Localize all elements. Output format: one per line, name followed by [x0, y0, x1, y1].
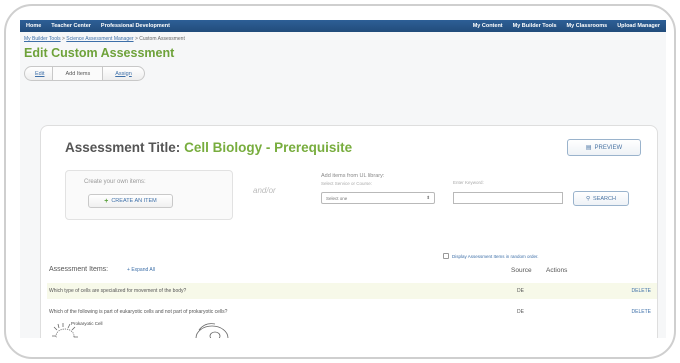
breadcrumb-separator: > [61, 36, 65, 42]
top-navigation: Home Teacher Center Professional Develop… [20, 20, 666, 32]
item-question: Which of the following is part of eukary… [49, 309, 228, 315]
breadcrumb-link-builder-tools[interactable]: My Builder Tools [24, 36, 61, 42]
course-select[interactable]: Select one ⬍ [321, 192, 435, 204]
nav-upload-manager[interactable]: Upload Manager [617, 23, 660, 29]
expand-all-label: Expand All [131, 267, 155, 273]
plus-icon: + [104, 197, 109, 205]
keyword-input[interactable] [453, 192, 563, 204]
breadcrumb: My Builder Tools > Science Assessment Ma… [20, 32, 666, 42]
nav-home[interactable]: Home [26, 23, 41, 29]
step-edit[interactable]: Edit [24, 66, 54, 81]
random-order-label: Display Assessment Items in random order… [452, 253, 539, 259]
preview-button[interactable]: ▤ PREVIEW [567, 139, 641, 156]
nav-teacher-center[interactable]: Teacher Center [51, 23, 91, 29]
step-tabs: Edit Add Items Assign [24, 66, 666, 81]
nav-professional-development[interactable]: Professional Development [101, 23, 170, 29]
assessment-title: Assessment Title: Cell Biology - Prerequ… [65, 140, 352, 155]
preview-label: PREVIEW [594, 144, 623, 151]
random-order-checkbox[interactable] [443, 253, 449, 259]
figure-label: Prokaryotic Cell [71, 321, 103, 326]
library-sublabel: Select Service or Course: [321, 181, 373, 186]
table-row[interactable]: Which type of cells are specialized for … [47, 283, 657, 299]
device-frame: Home Teacher Center Professional Develop… [4, 4, 676, 359]
breadcrumb-current: Custom Assessment [139, 36, 185, 42]
nav-my-builder-tools[interactable]: My Builder Tools [513, 23, 557, 29]
items-header: Assessment Items: + Expand All Display A… [41, 252, 659, 278]
assessment-title-label: Assessment Title: [65, 140, 181, 155]
assessment-name: Cell Biology - Prerequisite [184, 140, 353, 155]
column-source: Source [511, 267, 532, 274]
step-assign[interactable]: Assign [102, 66, 145, 81]
search-icon: ⚲ [586, 195, 591, 202]
cell-diagram-image [52, 323, 229, 338]
item-question: Which type of cells are specialized for … [49, 288, 187, 294]
create-label: Create your own items: [84, 179, 146, 185]
and-or-separator: and/or [253, 186, 276, 195]
create-item-button[interactable]: + CREATE AN ITEM [88, 194, 173, 208]
nav-my-classrooms[interactable]: My Classrooms [567, 23, 608, 29]
delete-button[interactable]: DELETE [632, 288, 651, 294]
chevron-down-icon: ⬍ [426, 195, 430, 200]
nav-my-content[interactable]: My Content [473, 23, 503, 29]
preview-icon: ▤ [585, 145, 592, 151]
expand-all-link[interactable]: + Expand All [127, 267, 155, 273]
search-label: SEARCH [593, 195, 616, 202]
step-add-items[interactable]: Add Items [52, 66, 104, 81]
breadcrumb-separator: > [134, 36, 138, 42]
search-button[interactable]: ⚲ SEARCH [573, 191, 629, 206]
library-label: Add items from UL library: Select Servic… [321, 173, 384, 187]
item-source: DE [517, 309, 524, 315]
random-order-option[interactable]: Display Assessment Items in random order… [443, 253, 539, 259]
breadcrumb-link-assessment-manager[interactable]: Science Assessment Manager [66, 36, 133, 42]
library-title: Add items from UL library: [321, 173, 385, 179]
items-title: Assessment Items: [49, 266, 109, 273]
create-item-label: CREATE AN ITEM [111, 198, 157, 204]
browser-viewport: Home Teacher Center Professional Develop… [20, 20, 666, 338]
create-item-box: Create your own items: + CREATE AN ITEM [65, 170, 233, 220]
page-title: Edit Custom Assessment [24, 46, 175, 60]
keyword-label: Enter Keyword: [453, 180, 484, 185]
item-source: DE [517, 288, 524, 294]
delete-button[interactable]: DELETE [632, 309, 651, 315]
course-select-value: Select one [326, 195, 348, 201]
column-actions: Actions [546, 267, 568, 274]
assessment-panel: Assessment Title: Cell Biology - Prerequ… [40, 125, 658, 338]
